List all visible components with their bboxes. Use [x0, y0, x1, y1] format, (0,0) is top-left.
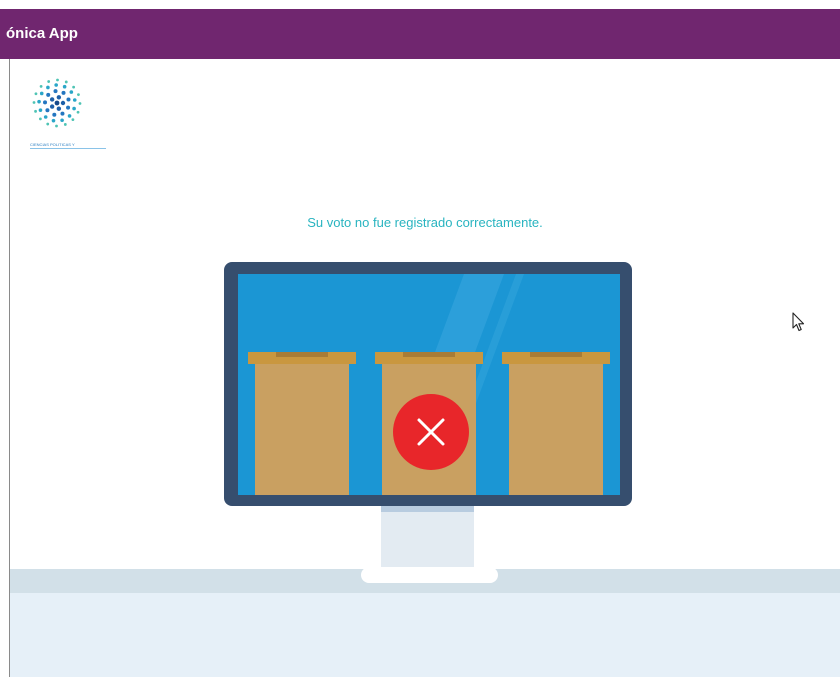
ballot-box-left	[255, 364, 349, 495]
logo-dot	[38, 117, 42, 121]
logo-dot	[52, 112, 57, 117]
app-window: ónica App CIENCIAS POLITICAS Y Su voto n…	[0, 9, 840, 677]
logo-dot	[62, 84, 67, 89]
logo-dot	[60, 111, 65, 116]
logo-dot	[61, 90, 66, 95]
logo-dot	[43, 100, 48, 105]
logo-dot	[71, 118, 75, 122]
logo-dot	[39, 91, 44, 96]
main-content: CIENCIAS POLITICAS Y Su voto no fue regi…	[10, 59, 840, 677]
logo-dot	[54, 100, 60, 106]
logo-dot	[32, 101, 36, 104]
logo-dot	[39, 84, 43, 88]
logo-dot	[64, 80, 68, 84]
logo-dot	[63, 123, 67, 126]
logo-dot	[56, 106, 62, 111]
floor	[10, 593, 840, 677]
logo-dot	[46, 92, 51, 97]
logo-dot	[38, 108, 43, 112]
vote-status-message: Su voto no fue registrado correctamente.	[307, 215, 543, 230]
logo-dot	[51, 118, 56, 123]
monitor-base	[361, 567, 498, 583]
logo-dot	[78, 102, 82, 105]
logo-dot	[56, 78, 59, 82]
monitor-neck	[381, 506, 474, 512]
x-circle-icon	[393, 394, 469, 470]
title-bar[interactable]: ónica App	[0, 9, 840, 59]
ballot-box-left-slot	[276, 352, 328, 357]
logo-dot	[43, 115, 48, 119]
logo-dot	[66, 97, 71, 102]
logo-caption: CIENCIAS POLITICAS Y	[30, 142, 106, 149]
window-title: ónica App	[6, 25, 78, 42]
logo-dot	[72, 98, 77, 102]
logo-dot	[77, 93, 80, 97]
ballot-box-right	[509, 364, 603, 495]
logo-dot	[53, 89, 58, 94]
logo-dot	[56, 95, 62, 100]
logo-dot	[49, 97, 55, 102]
logo-dot	[46, 85, 50, 90]
monitor-ballot-boxes-illustration	[10, 262, 840, 677]
logo-dot	[54, 83, 58, 87]
logo-dot	[72, 106, 76, 111]
logo-dot	[69, 90, 74, 94]
logo-dot	[66, 105, 71, 110]
logo-dot	[45, 108, 50, 113]
arrow-cursor-icon	[792, 312, 805, 332]
logo-dot	[34, 92, 38, 96]
logo-dot	[46, 122, 50, 126]
logo-dot	[37, 99, 41, 104]
logo-dot	[47, 80, 51, 83]
logo-dot	[72, 85, 76, 89]
logo-dot	[60, 100, 66, 106]
logo-dot	[34, 109, 37, 113]
logo-dot	[49, 104, 55, 109]
dotted-circle-logo-icon	[32, 78, 82, 128]
logo-dot	[60, 118, 64, 123]
logo-dot	[67, 114, 72, 118]
logo-dot	[55, 124, 58, 128]
logo: CIENCIAS POLITICAS Y	[30, 76, 106, 156]
ballot-box-right-slot	[530, 352, 582, 357]
logo-dot	[76, 110, 80, 114]
monitor-stand	[381, 512, 474, 572]
ballot-box-center-slot	[403, 352, 455, 357]
